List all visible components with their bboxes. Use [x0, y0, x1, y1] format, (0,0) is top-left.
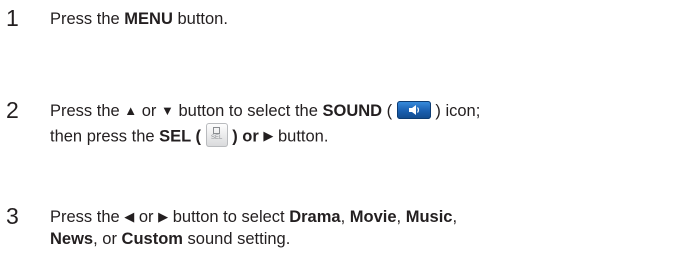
step-number: 1	[6, 5, 19, 31]
music-option: Music	[405, 208, 453, 226]
sound-label: SOUND	[322, 102, 383, 120]
menu-button-label: MENU	[124, 10, 173, 28]
left-triangle-icon: ◀	[124, 209, 135, 224]
news-option: News	[50, 230, 94, 248]
step-text: Press the MENU button.	[50, 10, 228, 28]
square-icon	[213, 127, 221, 134]
step-line: then press the SEL ( SEL ) or ▶ button.	[50, 123, 678, 147]
drama-option: Drama	[289, 208, 341, 226]
right-triangle-icon: ▶	[263, 128, 274, 144]
down-triangle-icon: ▼	[161, 103, 174, 118]
step-number: 3	[6, 203, 19, 229]
step-line: Press the ▲ or ▼ button to select the SO…	[50, 100, 481, 120]
custom-option: Custom	[121, 230, 183, 248]
movie-option: Movie	[349, 208, 397, 226]
step-text: Press the ◀ or ▶ button to select Drama,…	[50, 207, 678, 249]
sel-button-icon: SEL	[205, 123, 228, 147]
step-number: 2	[6, 97, 19, 123]
step-line: Press the ◀ or ▶ button to select Drama,…	[50, 208, 458, 226]
sel-label: SEL (	[159, 127, 202, 146]
right-triangle-icon: ▶	[158, 209, 169, 224]
step-line: News, or Custom sound setting.	[50, 230, 291, 248]
speaker-icon	[396, 100, 431, 119]
up-triangle-icon: ▲	[124, 103, 138, 118]
step-text: Press the ▲ or ▼ button to select the SO…	[50, 100, 678, 147]
